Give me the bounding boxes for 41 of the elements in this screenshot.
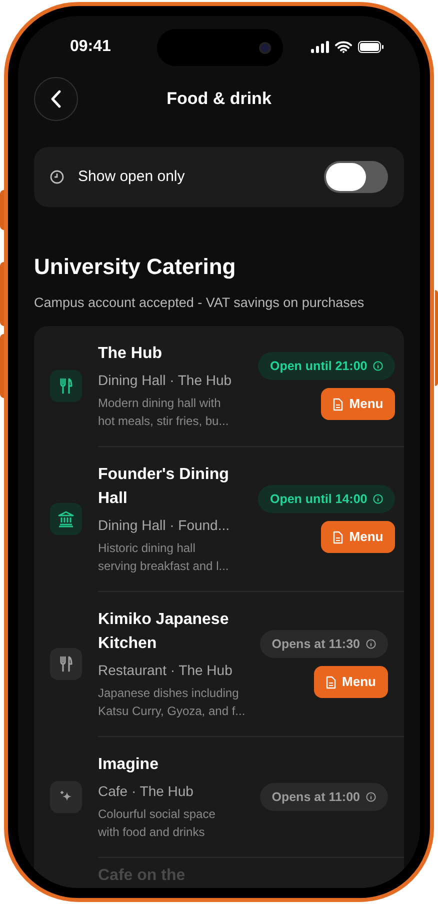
signal-icon — [311, 41, 329, 53]
venue-description: Japanese dishes including Katsu Curry, Gyoza, and f... — [98, 685, 246, 720]
venue-type: Dining Hall · Found... — [98, 516, 231, 535]
venue-name: The Hub — [98, 344, 163, 364]
status-text: Opens at 11:30 — [272, 636, 360, 653]
venue-description: Modern dining hall with hot meals, stir fries, bu... — [98, 395, 230, 430]
venue-description: Historic dining hall serving breakfast and l... — [98, 540, 230, 575]
clock-icon — [50, 170, 64, 184]
status-text: Open until 14:00 — [270, 490, 368, 508]
venue-type: Cafe · The Hub — [98, 782, 194, 801]
section-title: University Catering — [34, 253, 237, 281]
battery-icon — [358, 41, 384, 53]
venue-name: Imagine — [98, 755, 160, 775]
building-icon — [57, 510, 75, 528]
info-icon — [373, 494, 384, 504]
document-icon — [333, 530, 344, 544]
info-icon — [366, 639, 376, 649]
back-button[interactable] — [34, 77, 78, 121]
document-icon — [333, 398, 344, 410]
back-icon — [51, 90, 61, 108]
venue-name: Kimiko Japanese Kitchen — [98, 610, 230, 654]
toggle-switch[interactable] — [324, 161, 388, 193]
venue-type: Dining Hall · The Hub — [98, 371, 233, 390]
screen-title: Food & drink — [166, 88, 272, 110]
menu-button[interactable]: Menu — [321, 521, 396, 553]
status-text: Open until 21:00 — [270, 358, 368, 375]
info-icon — [373, 361, 384, 371]
info-icon — [366, 792, 376, 802]
section-subtitle: Campus account accepted - VAT savings on purchases — [34, 294, 366, 312]
menu-button[interactable]: Menu — [321, 388, 396, 420]
fork-knife-icon — [57, 377, 75, 395]
fork-knife-icon — [57, 655, 75, 673]
venue-name: Founder's Dining Hall — [98, 465, 230, 509]
wifi-icon — [335, 41, 352, 53]
venue-type: Restaurant · The Hub — [98, 661, 234, 680]
menu-button[interactable]: Menu — [314, 666, 388, 698]
filter-label: Show open only — [78, 166, 186, 187]
document-icon — [326, 676, 336, 688]
venue-description: Colourful social space with food and drinks — [98, 806, 216, 841]
status-time: 09:41 — [70, 37, 111, 57]
status-text: Opens at 11:00 — [272, 788, 360, 806]
